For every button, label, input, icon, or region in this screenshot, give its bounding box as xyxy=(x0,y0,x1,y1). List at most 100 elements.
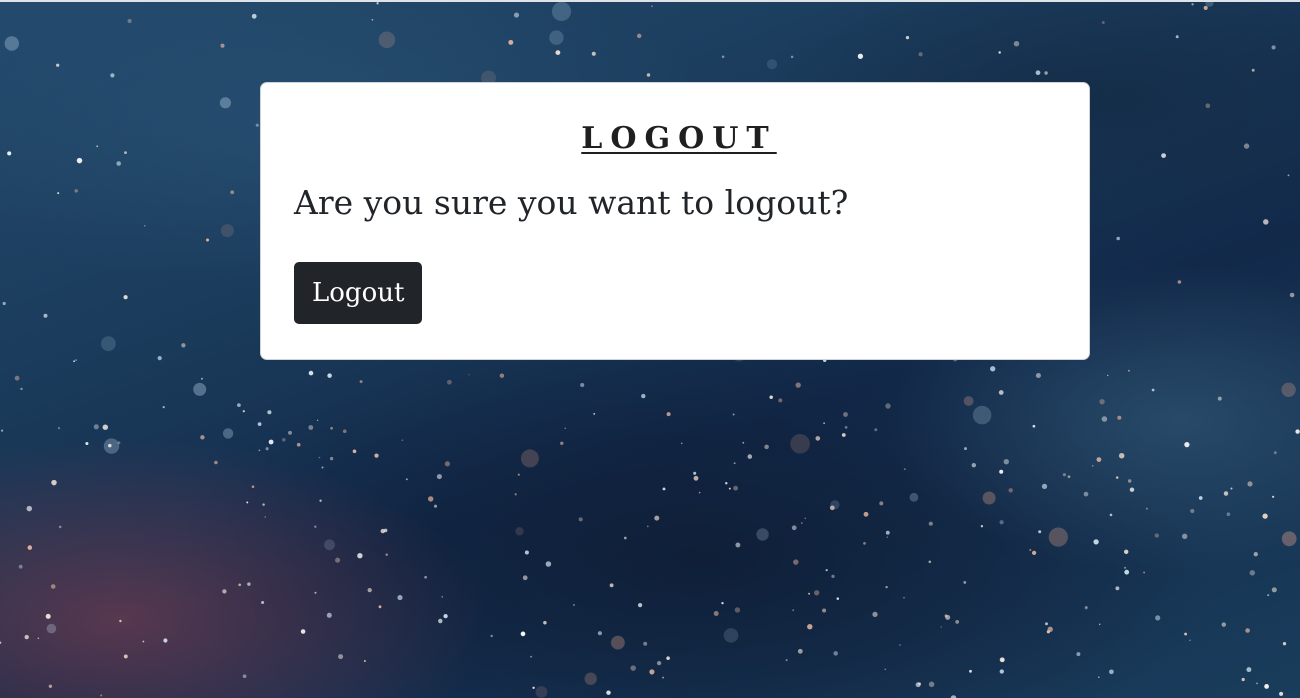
speckle xyxy=(163,638,168,643)
speckle xyxy=(560,441,564,446)
speckle xyxy=(1295,429,1300,434)
speckle xyxy=(73,360,75,363)
speckle xyxy=(885,585,888,589)
speckle xyxy=(918,52,923,57)
speckle xyxy=(162,405,165,409)
speckle xyxy=(591,51,596,56)
speckle xyxy=(251,13,257,19)
speckle xyxy=(385,553,388,556)
speckle xyxy=(200,435,205,440)
speckle xyxy=(119,619,122,623)
speckle xyxy=(955,620,960,624)
speckle xyxy=(928,521,933,526)
speckle xyxy=(110,73,115,78)
speckle xyxy=(314,525,317,528)
speckle xyxy=(513,12,520,18)
speckle xyxy=(1221,622,1227,627)
speckle xyxy=(222,589,227,594)
speckle xyxy=(374,453,379,458)
speckle xyxy=(1047,626,1053,632)
speckle xyxy=(795,382,801,388)
speckle xyxy=(532,686,535,689)
top-edge-line xyxy=(0,0,1300,2)
speckle xyxy=(807,624,813,630)
speckle xyxy=(264,516,266,518)
speckle xyxy=(335,557,341,563)
speckle xyxy=(1067,475,1071,479)
bokeh-dot xyxy=(830,500,840,510)
speckle xyxy=(1175,35,1179,39)
speckle xyxy=(1084,606,1088,610)
speckle xyxy=(26,505,33,512)
speckle xyxy=(1247,481,1253,487)
speckle xyxy=(649,669,655,675)
bokeh-dot xyxy=(611,635,625,650)
speckle xyxy=(698,491,701,494)
speckle xyxy=(1272,495,1275,498)
speckle xyxy=(823,422,825,424)
speckle xyxy=(447,379,452,385)
speckle xyxy=(50,584,56,589)
speckle xyxy=(438,618,443,624)
speckle xyxy=(300,629,306,634)
speckle xyxy=(693,471,697,475)
speckle xyxy=(1115,586,1120,591)
speckle xyxy=(836,597,840,600)
speckle xyxy=(321,466,324,469)
speckle xyxy=(401,439,404,441)
speckle xyxy=(205,238,210,242)
speckle xyxy=(874,428,878,432)
speckle xyxy=(1263,219,1269,225)
speckle xyxy=(814,590,820,596)
speckle xyxy=(433,504,438,508)
speckle xyxy=(123,654,128,659)
speckle xyxy=(157,355,162,361)
bokeh-dot xyxy=(549,30,564,45)
speckle xyxy=(342,429,347,434)
speckle xyxy=(262,503,265,506)
speckle xyxy=(918,682,921,686)
speckle xyxy=(57,427,61,430)
speckle xyxy=(1096,457,1102,462)
speckle xyxy=(1107,374,1109,377)
speckle xyxy=(630,665,636,671)
speckle xyxy=(319,499,322,502)
speckle xyxy=(903,597,905,599)
speckle xyxy=(778,398,783,403)
speckle xyxy=(801,522,803,524)
speckle xyxy=(251,485,255,488)
speckle xyxy=(200,377,204,380)
speckle xyxy=(441,596,443,598)
speckle xyxy=(1273,451,1277,455)
speckle xyxy=(1241,677,1245,682)
speckle xyxy=(1230,487,1233,490)
bokeh-dot xyxy=(535,686,548,698)
speckle xyxy=(1008,488,1013,493)
speckle xyxy=(885,403,891,409)
bokeh-dot xyxy=(324,539,335,551)
speckle xyxy=(980,525,984,528)
speckle xyxy=(74,189,78,193)
speckle xyxy=(397,595,403,601)
speckle xyxy=(359,380,363,384)
speckle xyxy=(1177,280,1182,284)
speckle xyxy=(96,145,99,148)
speckle xyxy=(863,542,866,545)
speckle xyxy=(238,583,242,587)
logout-button[interactable]: Logout xyxy=(294,262,423,324)
speckle xyxy=(0,641,2,644)
speckle xyxy=(1124,566,1127,569)
speckle xyxy=(1101,21,1105,24)
speckle xyxy=(329,456,334,461)
speckle xyxy=(1226,512,1231,517)
speckle xyxy=(928,681,935,688)
speckle xyxy=(116,161,122,166)
speckle xyxy=(822,608,827,613)
speckle xyxy=(1287,174,1290,177)
speckle xyxy=(643,641,648,646)
speckle xyxy=(255,123,259,127)
speckle xyxy=(1035,372,1041,379)
speckle xyxy=(1045,622,1048,626)
speckle xyxy=(338,654,344,660)
speckle xyxy=(1044,71,1048,75)
